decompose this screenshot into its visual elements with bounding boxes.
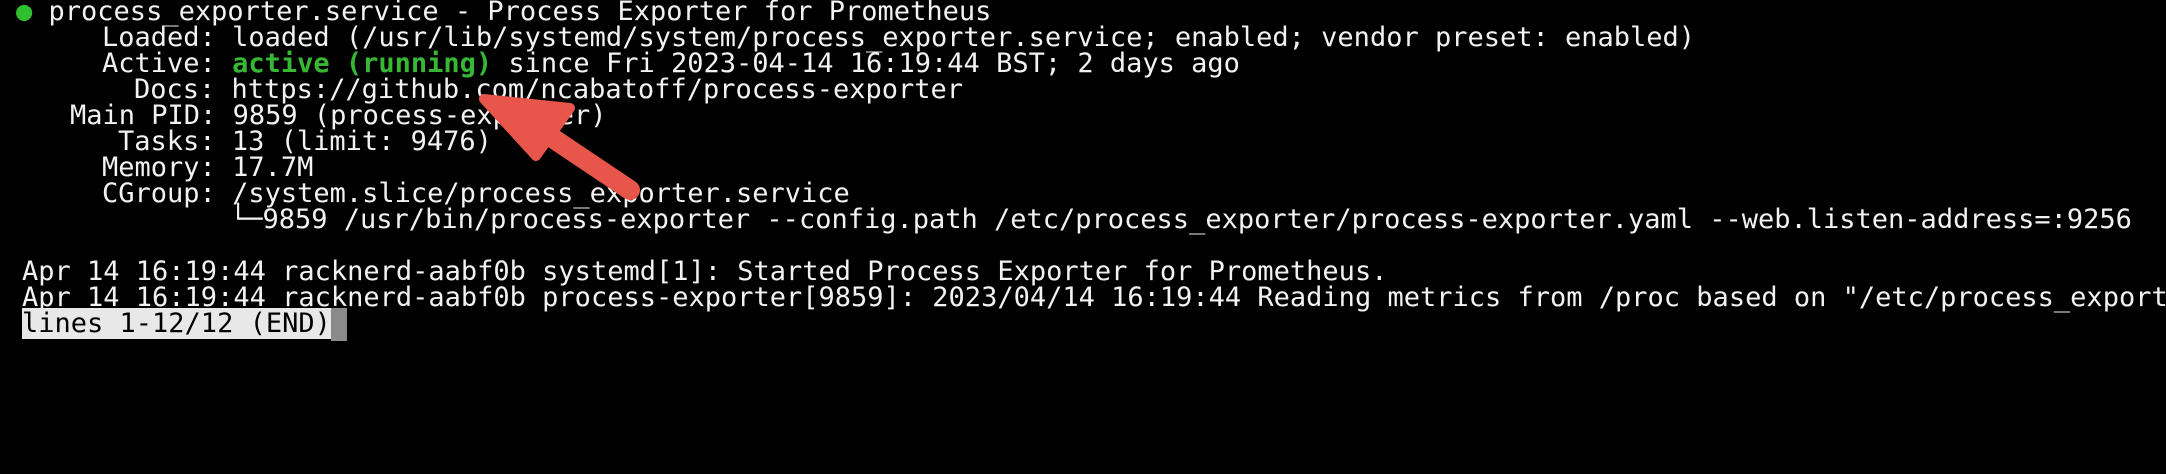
cgroup-child-process: └─9859 /usr/bin/process-exporter --confi… (230, 204, 2132, 235)
terminal-window[interactable]: ● process_exporter.service - Process Exp… (0, 0, 2166, 474)
status-dot-icon: ● (16, 0, 33, 27)
cgroup-label: CGroup: (102, 178, 216, 209)
pager-status-line[interactable]: lines 1-12/12 (END) (22, 306, 347, 342)
pager-status: lines 1-12/12 (END) (22, 308, 331, 339)
cursor-block (330, 308, 347, 341)
cgroup-child-line: └─9859 /usr/bin/process-exporter --confi… (230, 202, 2132, 238)
